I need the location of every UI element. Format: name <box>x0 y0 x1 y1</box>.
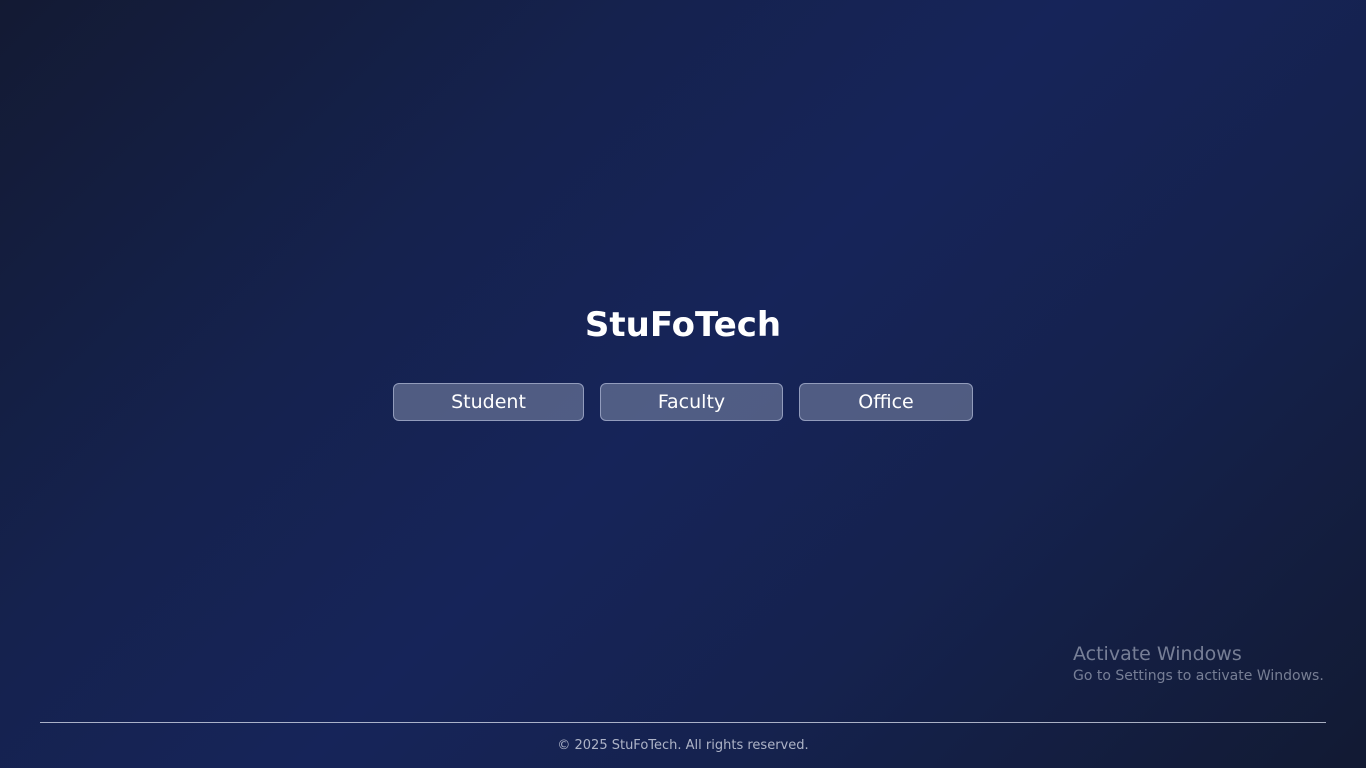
watermark-subtitle: Go to Settings to activate Windows. <box>1073 668 1324 684</box>
watermark-title: Activate Windows <box>1073 643 1242 665</box>
landing-page: StuFoTech Student Faculty Office Activat… <box>0 0 1366 768</box>
faculty-button[interactable]: Faculty <box>600 383 783 421</box>
student-button[interactable]: Student <box>393 383 584 421</box>
app-title: StuFoTech <box>584 305 782 345</box>
office-button[interactable]: Office <box>799 383 973 421</box>
footer-divider <box>40 722 1326 723</box>
role-selector: Student Faculty Office <box>0 383 1366 421</box>
footer-copyright: © 2025 StuFoTech. All rights reserved. <box>557 738 809 753</box>
windows-activation-watermark: Activate Windows Go to Settings to activ… <box>1073 642 1324 686</box>
